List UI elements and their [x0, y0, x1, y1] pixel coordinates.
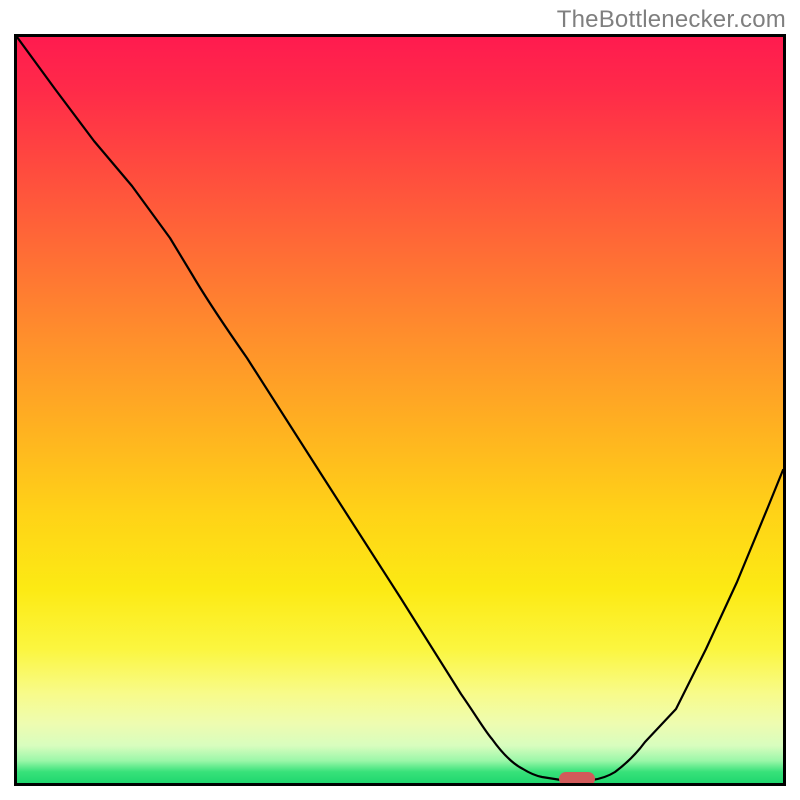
plot-area — [14, 34, 786, 786]
heat-gradient — [17, 37, 783, 783]
chart-stage: TheBottlenecker.com — [0, 0, 800, 800]
watermark-text: TheBottlenecker.com — [557, 6, 786, 34]
